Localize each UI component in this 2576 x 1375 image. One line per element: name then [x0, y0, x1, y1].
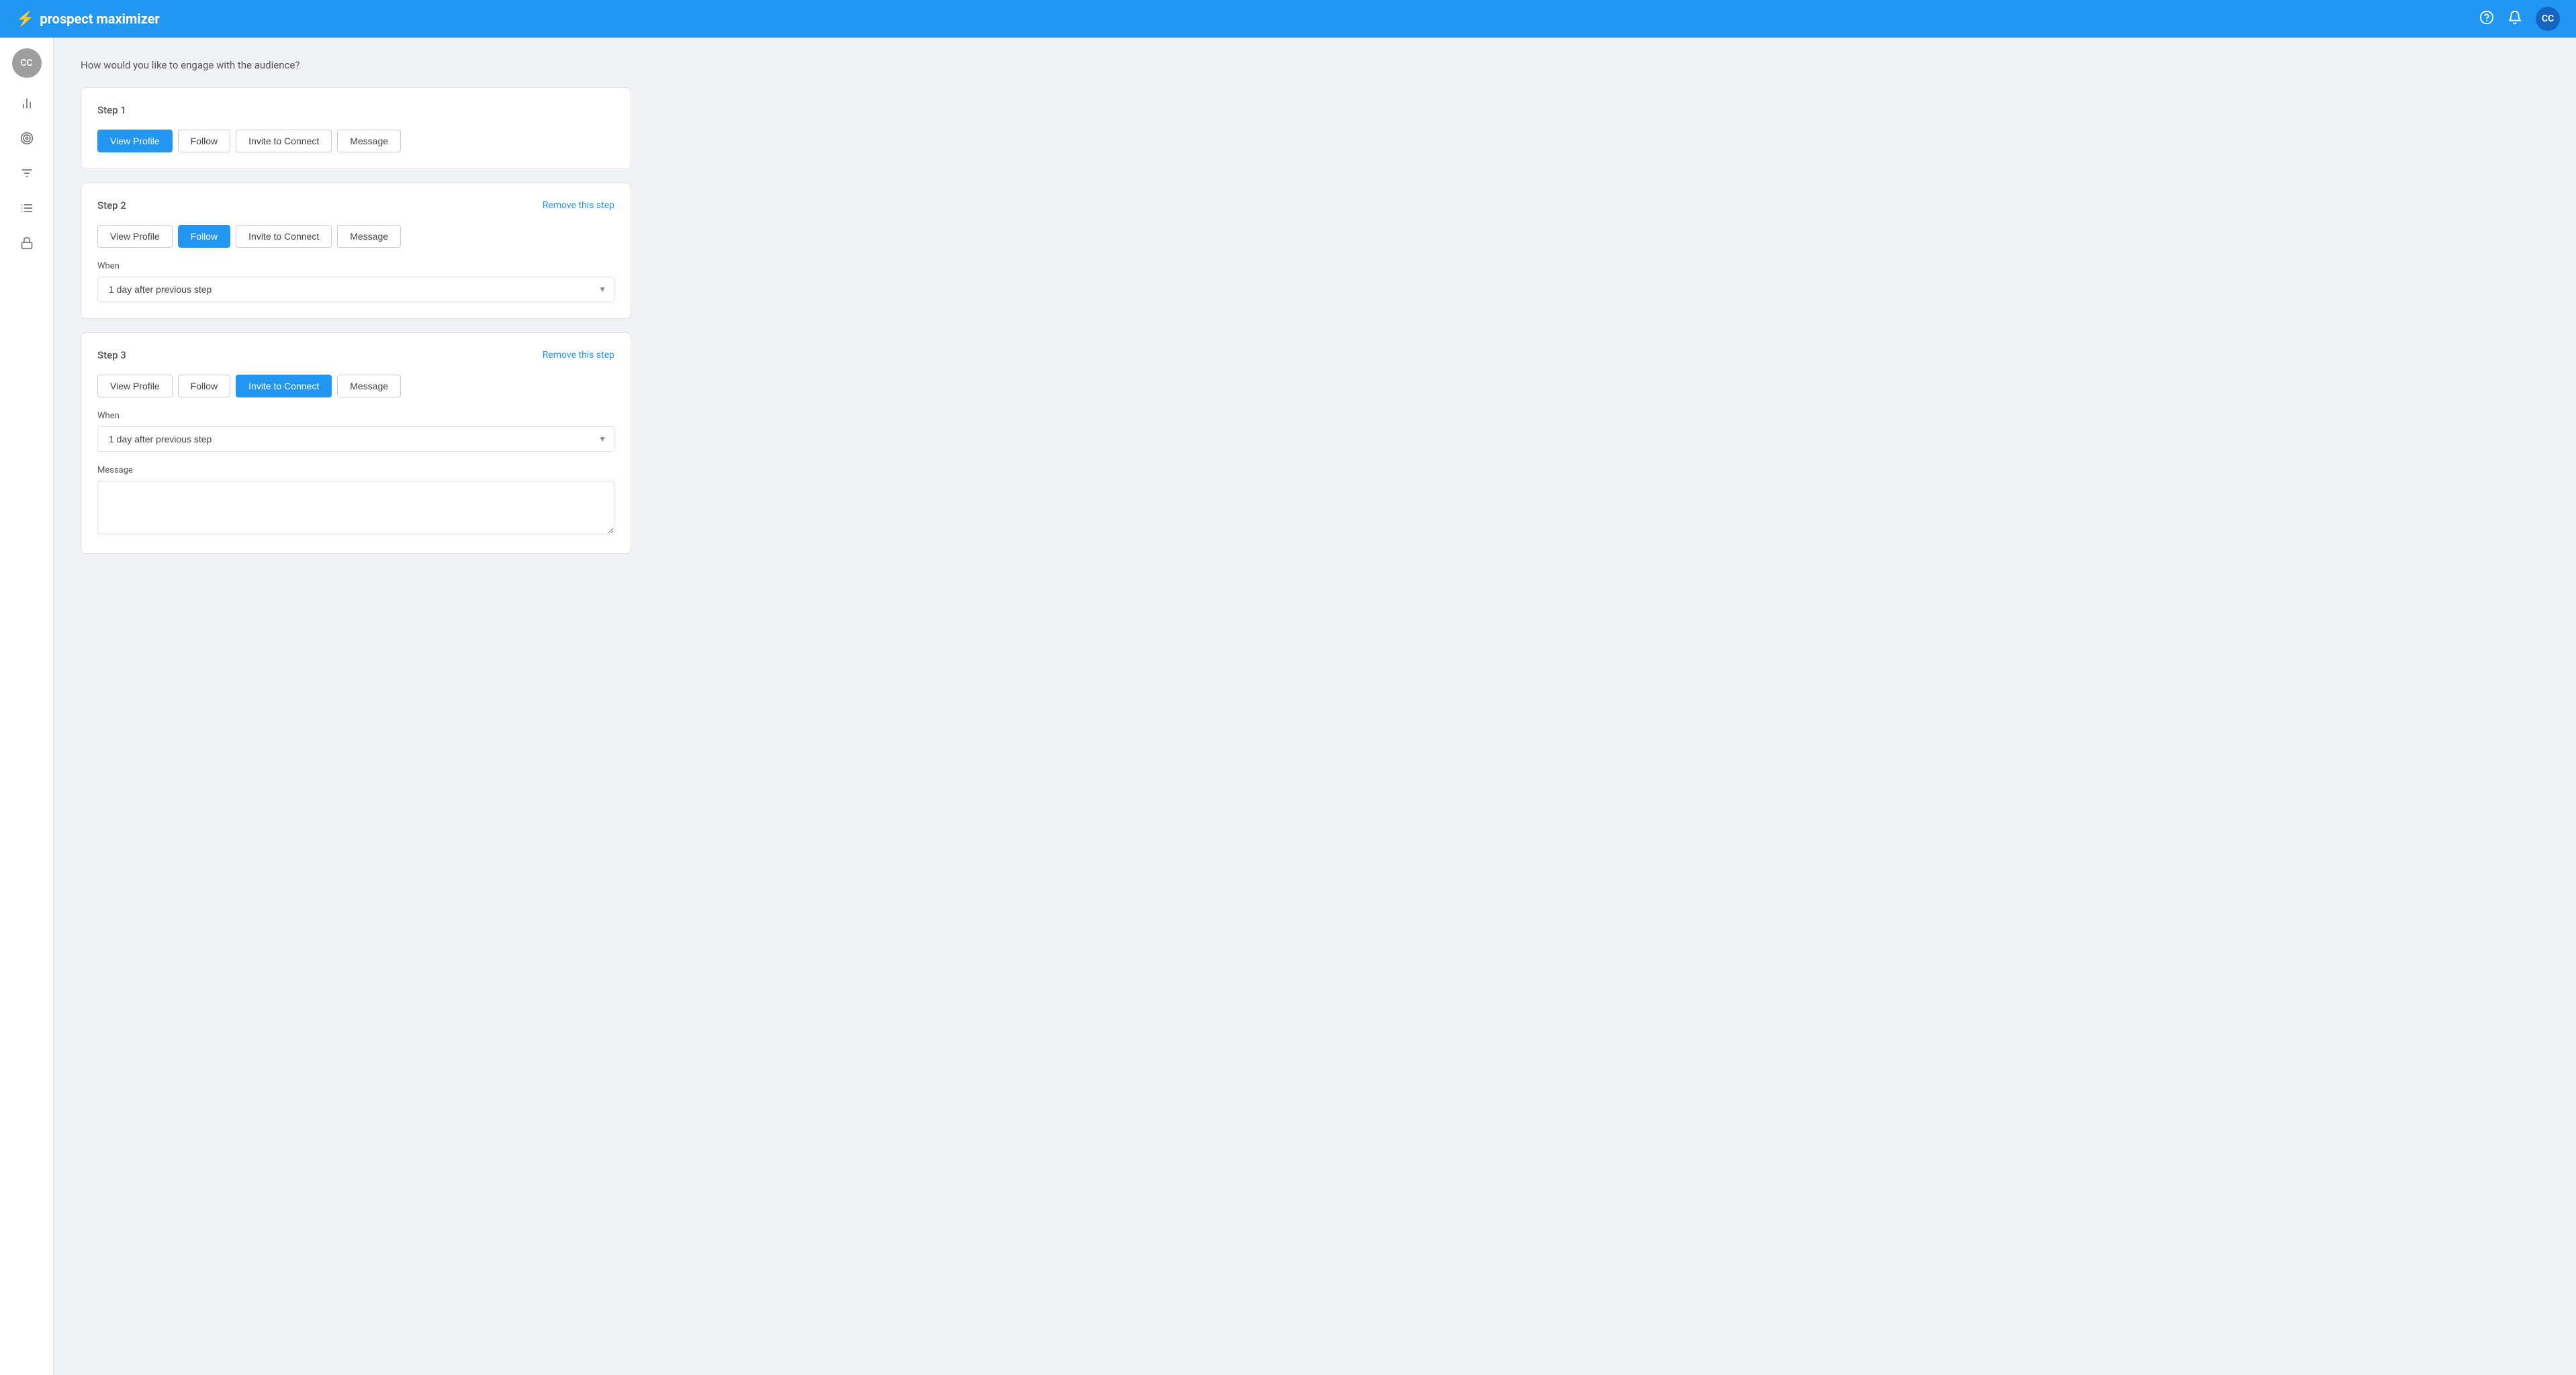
step-3-view-profile-button[interactable]: View Profile — [97, 375, 173, 397]
sidebar-avatar[interactable]: CC — [12, 48, 42, 78]
sidebar-item-security[interactable] — [12, 228, 42, 258]
main-content: How would you like to engage with the au… — [54, 38, 658, 1375]
step-3-when-select[interactable]: 1 day after previous step 2 days after p… — [97, 426, 614, 452]
sidebar-item-filters[interactable] — [12, 158, 42, 188]
bolt-icon: ⚡ — [16, 11, 34, 28]
step-3-when-section: When 1 day after previous step 2 days af… — [97, 411, 614, 452]
step-2-header: Step 2 Remove this step — [97, 199, 614, 211]
step-2-follow-button[interactable]: Follow — [178, 225, 230, 248]
step-1-title: Step 1 — [97, 104, 126, 116]
step-1-message-button[interactable]: Message — [337, 130, 401, 152]
step-1-actions: View Profile Follow Invite to Connect Me… — [97, 130, 614, 152]
step-3-message-button[interactable]: Message — [337, 375, 401, 397]
user-avatar[interactable]: CC — [2536, 7, 2560, 31]
logo: ⚡ prospect maximizer — [16, 11, 2479, 28]
step-3-when-wrapper: 1 day after previous step 2 days after p… — [97, 426, 614, 452]
step-2-card: Step 2 Remove this step View Profile Fol… — [81, 183, 631, 319]
sidebar: CC — [0, 38, 54, 1375]
step-3-when-label: When — [97, 411, 614, 421]
step-2-actions: View Profile Follow Invite to Connect Me… — [97, 225, 614, 248]
step-1-follow-button[interactable]: Follow — [178, 130, 230, 152]
step-3-message-label: Message — [97, 465, 614, 475]
sidebar-item-analytics[interactable] — [12, 89, 42, 118]
layout: CC — [0, 0, 2576, 1375]
step-3-invite-button[interactable]: Invite to Connect — [236, 375, 332, 397]
step-1-view-profile-button[interactable]: View Profile — [97, 130, 173, 152]
step-2-message-button[interactable]: Message — [337, 225, 401, 248]
app-title: prospect maximizer — [40, 11, 159, 27]
step-2-title: Step 2 — [97, 199, 126, 211]
step-3-message-textarea[interactable] — [97, 481, 614, 534]
step-1-card: Step 1 View Profile Follow Invite to Con… — [81, 87, 631, 169]
help-icon[interactable] — [2479, 10, 2494, 28]
step-2-when-label: When — [97, 261, 614, 271]
step-3-remove-link[interactable]: Remove this step — [543, 350, 614, 361]
step-2-remove-link[interactable]: Remove this step — [543, 200, 614, 211]
step-2-when-section: When 1 day after previous step 2 days af… — [97, 261, 614, 302]
step-1-invite-button[interactable]: Invite to Connect — [236, 130, 332, 152]
app-header: ⚡ prospect maximizer CC — [0, 0, 2576, 38]
step-2-when-select[interactable]: 1 day after previous step 2 days after p… — [97, 277, 614, 302]
step-3-header: Step 3 Remove this step — [97, 349, 614, 361]
step-1-header: Step 1 — [97, 104, 614, 116]
step-3-title: Step 3 — [97, 349, 126, 361]
sidebar-item-lists[interactable] — [12, 193, 42, 223]
header-actions: CC — [2479, 7, 2560, 31]
notifications-icon[interactable] — [2508, 10, 2522, 28]
step-3-card: Step 3 Remove this step View Profile Fol… — [81, 332, 631, 554]
step-3-message-section: Message — [97, 465, 614, 537]
step-2-view-profile-button[interactable]: View Profile — [97, 225, 173, 248]
step-2-when-wrapper: 1 day after previous step 2 days after p… — [97, 277, 614, 302]
page-question: How would you like to engage with the au… — [81, 59, 631, 71]
step-3-actions: View Profile Follow Invite to Connect Me… — [97, 375, 614, 397]
step-3-follow-button[interactable]: Follow — [178, 375, 230, 397]
step-2-invite-button[interactable]: Invite to Connect — [236, 225, 332, 248]
sidebar-item-targeting[interactable] — [12, 124, 42, 153]
